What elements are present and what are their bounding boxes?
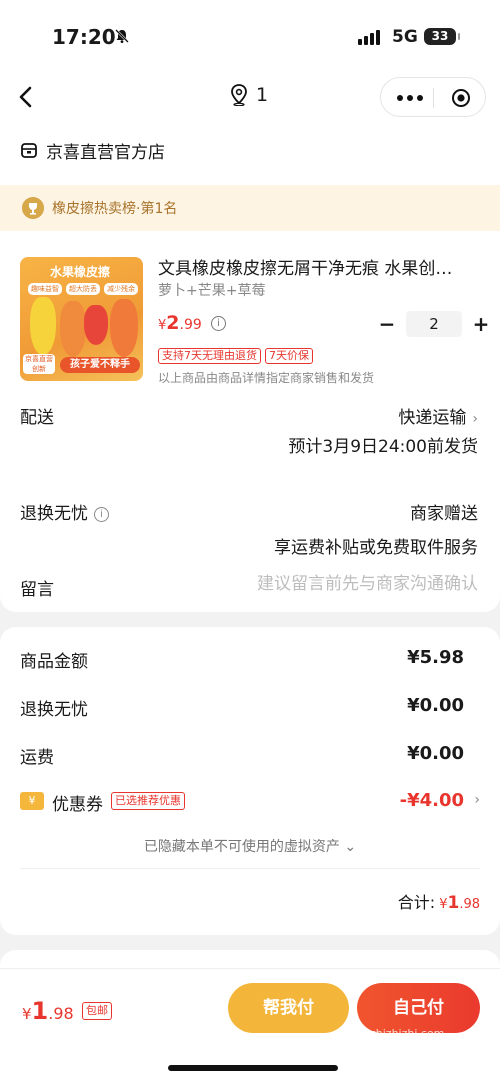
network-type: 5G [392, 27, 418, 47]
image-slogan: 孩子爱不释手 [60, 357, 140, 373]
image-badge: 京喜直营 创新 [23, 354, 55, 374]
returns-desc: 享运费补贴或免费取件服务 [274, 538, 478, 558]
location-indicator[interactable]: 1 [230, 84, 268, 106]
delivery-estimate: 预计3月9日24:00前发货 [288, 437, 478, 457]
image-chip: 超大防丢 [66, 283, 100, 295]
more-dots-icon[interactable] [397, 95, 423, 101]
price-protect-tag: 7天价保 [265, 348, 313, 364]
product-spec[interactable]: 萝卜+芒果+草莓 [158, 280, 265, 300]
battery-icon: 33 [424, 28, 460, 45]
strawberry-eraser [84, 305, 108, 345]
return-policy-tag: 支持7天无理由退货 [158, 348, 261, 364]
mute-bell-icon [115, 29, 129, 43]
product-title[interactable]: 文具橡皮橡皮擦无屑干净无痕 水果创… [158, 254, 473, 279]
order-item-card: 京喜直营官方店 橡皮擦热卖榜·第1名 水果橡皮擦 趣味益智 超大防丢 减少残余 … [0, 124, 500, 612]
increase-button[interactable]: + [470, 312, 492, 336]
returns-value: 商家赠送 [410, 504, 478, 524]
close-target-icon[interactable] [451, 88, 471, 108]
delivery-label: 配送 [20, 408, 54, 428]
hidden-assets-toggle[interactable]: 已隐藏本单不可使用的虚拟资产 ⌄ [0, 836, 500, 856]
coupon-icon: ¥ [20, 792, 44, 810]
signal-icon [358, 29, 380, 45]
seller-notice: 以上商品由商品详情指定商家销售和发货 [158, 371, 375, 385]
shop-icon [21, 143, 37, 158]
status-bar: 17:20 5G 33 [0, 0, 500, 70]
mango-eraser [30, 297, 56, 355]
capsule-divider [433, 88, 434, 108]
goods-amount-value: ¥5.98 [407, 647, 464, 668]
returns-label-row: 退换无忧 i [20, 499, 109, 524]
chevron-down-icon: ⌄ [344, 839, 357, 855]
quantity-stepper: − 2 + [376, 310, 492, 338]
status-time: 17:20 [52, 25, 116, 49]
coupon-label[interactable]: 优惠券 [52, 790, 103, 815]
shop-row[interactable]: 京喜直营官方店 [20, 138, 165, 163]
total-row: 合计: ¥1.98 [398, 889, 480, 913]
image-chip: 减少残余 [104, 283, 138, 295]
free-shipping-badge: 包邮 [82, 1002, 112, 1020]
returns-info-icon[interactable]: i [94, 506, 109, 522]
product-image-header: 水果橡皮擦 [50, 265, 111, 279]
rank-text: 橡皮擦热卖榜·第1名 [52, 201, 178, 217]
bottom-checkout-bar: ¥1.98 包邮 帮我付 自己付 zhizhizhi.com [0, 968, 500, 1083]
home-indicator[interactable] [168, 1065, 338, 1071]
hidden-assets-text: 已隐藏本单不可使用的虚拟资产 [143, 839, 340, 855]
image-chip: 趣味益智 [28, 283, 62, 295]
coupon-value[interactable]: -¥4.00 [400, 790, 464, 811]
carrot-eraser [60, 301, 86, 357]
total-label: 合计: [397, 893, 436, 912]
coupon-tag: 已选推荐优惠 [111, 792, 185, 810]
returns-label: 退换无忧 [20, 504, 88, 524]
bottom-total-price: ¥1.98 [22, 997, 74, 1025]
delivery-method[interactable]: 快递运输 › [398, 403, 478, 428]
decrease-button[interactable]: − [376, 312, 398, 336]
chevron-right-icon: › [472, 411, 478, 427]
watermark: zhizhizhi.com [370, 1027, 445, 1040]
location-count: 1 [256, 84, 269, 106]
trophy-icon [22, 197, 44, 219]
goods-amount-label: 商品金额 [20, 652, 88, 672]
carrot-eraser [110, 299, 138, 357]
shop-name: 京喜直营官方店 [46, 142, 165, 163]
back-arrow-icon[interactable] [12, 82, 42, 112]
help-pay-button[interactable]: 帮我付 [228, 983, 349, 1033]
chevron-right-icon[interactable]: › [474, 792, 480, 808]
returns-fee-label: 退换无忧 [20, 700, 88, 720]
mini-program-capsule [380, 77, 486, 117]
product-price: ¥2.99 [158, 312, 202, 334]
total-value: ¥1.98 [439, 893, 480, 913]
message-label: 留言 [20, 580, 54, 600]
price-summary-card: 商品金额 ¥5.98 退换无忧 ¥0.00 运费 ¥0.00 ¥ 优惠券 已选推… [0, 627, 500, 935]
shipping-fee-value: ¥0.00 [407, 743, 464, 764]
product-image[interactable]: 水果橡皮擦 趣味益智 超大防丢 减少残余 京喜直营 创新 孩子爱不释手 [20, 257, 143, 381]
shipping-fee-label: 运费 [20, 748, 54, 768]
product-tags: 支持7天无理由退货 7天价保 [158, 348, 313, 364]
quantity-input[interactable]: 2 [406, 311, 462, 337]
price-info-icon[interactable]: i [211, 316, 226, 331]
location-pin-icon [231, 84, 247, 106]
self-pay-button[interactable]: 自己付 [357, 983, 480, 1033]
nav-bar: 1 [0, 70, 500, 124]
divider [20, 868, 480, 869]
message-input[interactable] [228, 574, 478, 594]
returns-fee-value: ¥0.00 [407, 695, 464, 716]
rank-banner[interactable]: 橡皮擦热卖榜·第1名 [0, 185, 500, 231]
